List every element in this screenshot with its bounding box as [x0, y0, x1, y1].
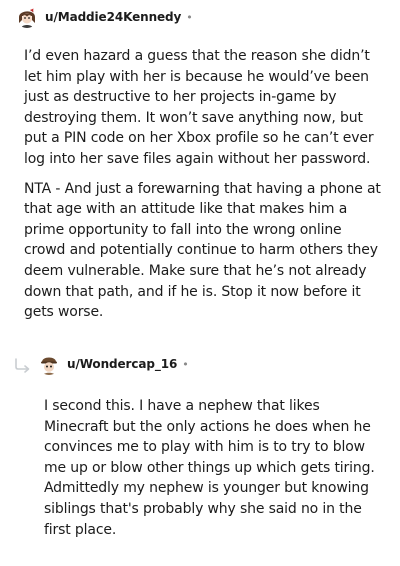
comment-header: u/Wondercap_16 •: [38, 352, 390, 376]
comment-paragraph: NTA - And just a forewarning that having…: [24, 180, 381, 321]
comment-paragraph: I’d even hazard a guess that the reason …: [24, 48, 374, 167]
comment-paragraph: I second this. I have a nephew that like…: [44, 398, 375, 538]
comment-username[interactable]: u/Wondercap_16: [67, 357, 177, 371]
comment-wondercap-16: u/Wondercap_16 • I second this. I have a…: [14, 352, 390, 540]
user-avatar-icon[interactable]: [16, 6, 38, 28]
comment-header: u/Maddie24Kennedy •: [16, 5, 390, 29]
comment-username[interactable]: u/Maddie24Kennedy: [45, 10, 181, 24]
reply-arrow-icon: [15, 358, 30, 373]
comment-maddie24kennedy: u/Maddie24Kennedy • I’d even hazard a gu…: [16, 5, 390, 323]
meta-separator: •: [182, 357, 189, 371]
user-avatar-icon[interactable]: [38, 353, 60, 375]
meta-separator: •: [186, 10, 193, 24]
